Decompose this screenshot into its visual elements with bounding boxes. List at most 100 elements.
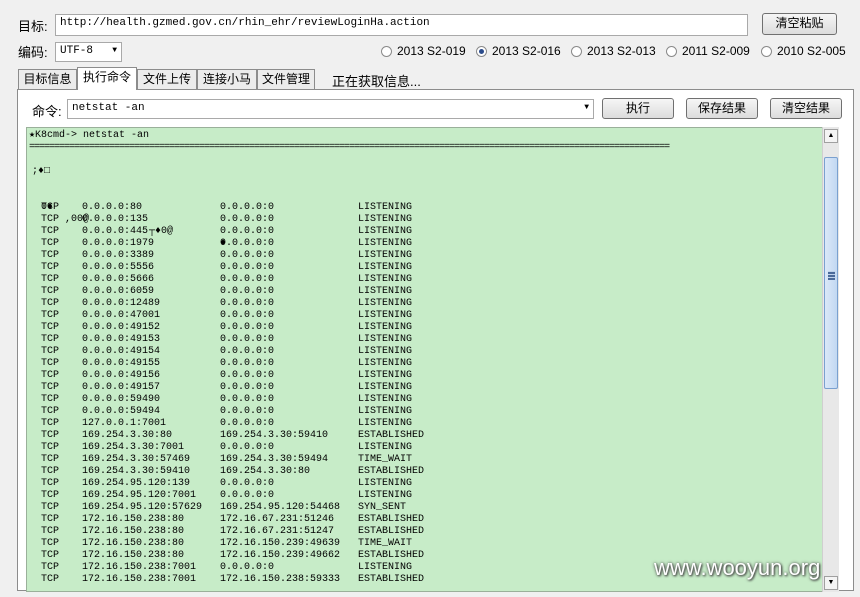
- table-cell: TCP: [41, 574, 60, 585]
- exploit-radio-s2-019[interactable]: 2013 S2-019: [381, 44, 466, 58]
- tab-file-upload[interactable]: 文件上传: [137, 69, 197, 89]
- table-cell: 0.0.0.0:0: [220, 334, 275, 345]
- scrollbar-thumb[interactable]: ▬ ▬ ▬: [824, 157, 838, 389]
- table-cell: 172.16.150.239:49639: [220, 538, 341, 549]
- table-row: TCP 0.0.0.0:135 0.0.0.0:0 LISTENING: [27, 214, 827, 226]
- table-cell: TCP: [41, 250, 60, 261]
- grip-icon: ▬ ▬ ▬: [828, 269, 835, 282]
- table-cell: TCP: [41, 550, 60, 561]
- output-area[interactable]: ★K8cmd-> netstat -an ===================…: [26, 127, 839, 592]
- target-label: 目标:: [18, 19, 48, 34]
- table-cell: LISTENING: [358, 238, 413, 249]
- scroll-down-icon[interactable]: ▼: [824, 576, 838, 590]
- status-text: 正在获取信息...: [332, 74, 421, 89]
- table-cell: SYN_SENT: [358, 502, 407, 513]
- table-cell: LISTENING: [358, 250, 413, 261]
- encoding-select[interactable]: UTF-8 ▼: [55, 42, 122, 62]
- exploit-radio-s2-009[interactable]: 2011 S2-009: [666, 44, 750, 58]
- watermark: www.wooyun.org: [654, 555, 821, 580]
- table-row: TCP 0.0.0.0:47001 0.0.0.0:0 LISTENING: [27, 310, 827, 322]
- radio-icon: [666, 45, 677, 57]
- table-cell: 169.254.3.30:59410: [220, 430, 329, 441]
- table-cell: LISTENING: [358, 334, 413, 345]
- table-cell: 0.0.0.0:0: [220, 262, 275, 273]
- table-cell: TCP: [41, 442, 60, 453]
- table-cell: ESTABLISHED: [358, 430, 425, 441]
- output-garbled-line: ;♦□: [32, 166, 51, 177]
- table-cell: TCP: [41, 226, 60, 237]
- tab-execute-command[interactable]: 执行命令: [77, 67, 137, 90]
- exploit-radio-s2-013[interactable]: 2013 S2-013: [571, 44, 656, 58]
- table-row: TCP 169.254.95.120:7001 0.0.0.0:0 LISTENING: [27, 490, 827, 502]
- table-row: TCP 172.16.150.238:80 172.16.150.239:49639…: [27, 538, 827, 550]
- table-cell: LISTENING: [358, 310, 413, 321]
- table-cell: 172.16.67.231:51247: [220, 526, 335, 537]
- target-url-input[interactable]: http://health.gzmed.gov.cn/rhin_ehr/revi…: [55, 14, 748, 36]
- table-cell: TCP: [41, 202, 60, 213]
- table-cell: 0.0.0.0:59490: [82, 394, 161, 405]
- table-row: TCP 127.0.0.1:7001 0.0.0.0:0 LISTENING: [27, 418, 827, 430]
- table-row: TCP 0.0.0.0:1979 0.0.0.0:0 LISTENING: [27, 238, 827, 250]
- exploit-radio-s2-005[interactable]: 2010 S2-005: [761, 44, 846, 58]
- table-cell: 169.254.3.30:59410: [82, 466, 191, 477]
- exploit-label: 2013 S2-013: [587, 44, 656, 58]
- table-cell: TCP: [41, 334, 60, 345]
- output-scrollbar[interactable]: ▲ ▬ ▬ ▬ ▼: [822, 127, 839, 592]
- table-cell: TCP: [41, 286, 60, 297]
- table-row: TCP 0.0.0.0:445 0.0.0.0:0 LISTENING: [27, 226, 827, 238]
- table-row: TCP 0.0.0.0:49154 0.0.0.0:0 LISTENING: [27, 346, 827, 358]
- output-header-row: 0♦ ,00@ ┬♦0@ ♦: [27, 190, 827, 249]
- command-label: 命令:: [32, 104, 62, 119]
- tab-file-manager[interactable]: 文件管理: [257, 69, 315, 89]
- exploit-radio-s2-016[interactable]: 2013 S2-016: [476, 44, 561, 58]
- table-cell: 127.0.0.1:7001: [82, 418, 167, 429]
- table-cell: ESTABLISHED: [358, 526, 425, 537]
- clear-results-button[interactable]: 清空结果: [770, 98, 842, 119]
- table-cell: 0.0.0.0:0: [220, 286, 275, 297]
- execute-button[interactable]: 执行: [602, 98, 674, 119]
- table-cell: 172.16.150.238:80: [82, 550, 185, 561]
- table-cell: 0.0.0.0:0: [220, 490, 275, 501]
- table-cell: 0.0.0.0:0: [220, 322, 275, 333]
- table-cell: TCP: [41, 310, 60, 321]
- table-cell: TCP: [41, 466, 60, 477]
- table-cell: 172.16.150.238:7001: [82, 574, 197, 585]
- table-row: TCP 169.254.3.30:80 169.254.3.30:59410 ESTA…: [27, 430, 827, 442]
- table-cell: TCP: [41, 322, 60, 333]
- tab-connect-trojan[interactable]: 连接小马: [197, 69, 257, 89]
- output-separator: ========================================…: [29, 142, 670, 153]
- table-cell: TCP: [41, 538, 60, 549]
- table-cell: 0.0.0.0:0: [220, 346, 275, 357]
- table-cell: 0.0.0.0:49153: [82, 334, 161, 345]
- encoding-value: UTF-8: [60, 45, 94, 57]
- clear-paste-button[interactable]: 清空粘贴: [762, 13, 837, 35]
- table-cell: 0.0.0.0:0: [220, 202, 275, 213]
- table-cell: 172.16.150.238:7001: [82, 562, 197, 573]
- table-cell: LISTENING: [358, 274, 413, 285]
- table-cell: ESTABLISHED: [358, 514, 425, 525]
- table-cell: 0.0.0.0:1979: [82, 238, 155, 249]
- table-cell: 172.16.150.238:80: [82, 538, 185, 549]
- table-cell: TCP: [41, 346, 60, 357]
- chevron-down-icon: ▼: [112, 46, 117, 55]
- scroll-up-icon[interactable]: ▲: [824, 129, 838, 143]
- tab-target-info[interactable]: 目标信息: [18, 69, 77, 89]
- table-cell: TCP: [41, 418, 60, 429]
- table-cell: 0.0.0.0:5666: [82, 274, 155, 285]
- exploit-label: 2013 S2-019: [397, 44, 466, 58]
- table-cell: 169.254.95.120:7001: [82, 490, 197, 501]
- save-results-button[interactable]: 保存结果: [686, 98, 758, 119]
- table-cell: LISTENING: [358, 394, 413, 405]
- table-row: TCP 0.0.0.0:49155 0.0.0.0:0 LISTENING: [27, 358, 827, 370]
- table-cell: 0.0.0.0:47001: [82, 310, 161, 321]
- table-cell: LISTENING: [358, 418, 413, 429]
- table-row: TCP 0.0.0.0:6059 0.0.0.0:0 LISTENING: [27, 286, 827, 298]
- table-cell: 0.0.0.0:49154: [82, 346, 161, 357]
- table-row: TCP 0.0.0.0:49157 0.0.0.0:0 LISTENING: [27, 382, 827, 394]
- radio-icon: [761, 45, 772, 57]
- command-input[interactable]: netstat -an ▼: [67, 99, 594, 119]
- table-row: TCP 0.0.0.0:49152 0.0.0.0:0 LISTENING: [27, 322, 827, 334]
- table-cell: 0.0.0.0:59494: [82, 406, 161, 417]
- table-cell: 172.16.150.238:80: [82, 514, 185, 525]
- encoding-label: 编码:: [18, 45, 48, 60]
